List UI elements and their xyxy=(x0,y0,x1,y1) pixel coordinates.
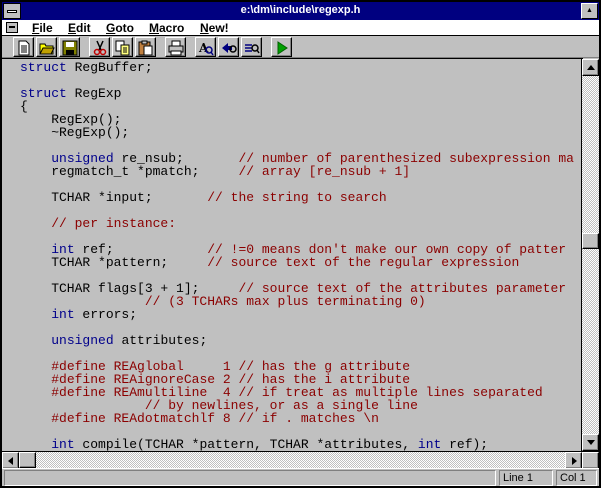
save-button[interactable] xyxy=(59,37,80,57)
print-icon xyxy=(168,40,184,56)
code-line: TCHAR *input; // the string to search xyxy=(20,190,387,205)
code-line: int compile(TCHAR *pattern, TCHAR *attri… xyxy=(51,437,489,451)
code-line: TCHAR *pattern; // source text of the re… xyxy=(20,255,520,270)
arrow-up-icon xyxy=(587,65,595,70)
replace-button[interactable] xyxy=(241,37,262,57)
menu-file[interactable]: File xyxy=(32,20,53,36)
new-file-button[interactable] xyxy=(13,37,34,57)
arrow-right-icon xyxy=(572,457,577,465)
find-button[interactable]: A xyxy=(195,37,216,57)
copy-button[interactable] xyxy=(112,37,133,57)
toolbar: A xyxy=(2,36,599,58)
scroll-down-button[interactable] xyxy=(582,434,599,451)
menu-bar: File Edit Goto Macro New! xyxy=(2,20,599,36)
status-col: Col 1 xyxy=(556,470,597,486)
find-next-icon xyxy=(222,43,237,53)
horizontal-scrollbar[interactable] xyxy=(2,451,599,469)
vertical-scroll-track[interactable] xyxy=(582,76,599,434)
menu-new[interactable]: New! xyxy=(200,20,229,36)
window-title: e:\dm\include\regexp.h xyxy=(240,4,361,16)
paste-icon xyxy=(138,40,153,56)
scroll-right-button[interactable] xyxy=(565,452,582,469)
status-message xyxy=(4,470,496,486)
run-button[interactable] xyxy=(271,37,292,57)
copy-icon xyxy=(115,40,130,56)
status-line: Line 1 xyxy=(499,470,553,486)
title-bar[interactable]: e:\dm\include\regexp.h ▲ xyxy=(2,2,599,20)
new-file-icon xyxy=(18,40,30,56)
maximize-icon: ▲ xyxy=(586,7,593,14)
paste-button[interactable] xyxy=(135,37,156,57)
status-bar: Line 1 Col 1 xyxy=(2,468,599,486)
arrow-left-icon xyxy=(8,457,13,465)
menu-edit[interactable]: Edit xyxy=(68,20,91,36)
code-text: struct RegBuffer; struct RegExp{ RegExp(… xyxy=(20,61,574,451)
vertical-scroll-thumb[interactable] xyxy=(582,233,599,249)
code-line: #define REAdotmatchlf 8 // if . matches … xyxy=(51,411,379,426)
code-line: regmatch_t *pmatch; // array [re_nsub + … xyxy=(20,164,411,179)
code-line: int errors; xyxy=(51,307,138,322)
save-icon xyxy=(62,40,78,56)
find-icon: A xyxy=(198,41,214,56)
document-menu-button[interactable] xyxy=(6,22,18,33)
system-menu-icon xyxy=(7,10,17,13)
scroll-corner xyxy=(582,452,599,469)
code-editor[interactable]: struct RegBuffer; struct RegExp{ RegExp(… xyxy=(2,58,583,451)
menu-goto[interactable]: Goto xyxy=(106,20,134,36)
scroll-up-button[interactable] xyxy=(582,59,599,76)
code-line: struct RegBuffer; xyxy=(20,60,153,75)
horizontal-scroll-track[interactable] xyxy=(19,452,565,468)
document-menu-icon xyxy=(9,26,15,28)
system-menu-button[interactable] xyxy=(3,3,21,19)
maximize-button[interactable]: ▲ xyxy=(581,3,598,19)
editor-window: e:\dm\include\regexp.h ▲ File Edit Goto … xyxy=(0,0,601,488)
open-folder-icon xyxy=(39,43,55,55)
cut-icon xyxy=(93,40,107,56)
code-line: struct RegExp xyxy=(20,86,122,101)
vertical-scrollbar[interactable] xyxy=(581,59,599,451)
arrow-down-icon xyxy=(587,440,595,445)
horizontal-scroll-thumb[interactable] xyxy=(19,452,36,468)
open-file-button[interactable] xyxy=(36,37,57,57)
code-line: // per instance: xyxy=(51,216,177,231)
cut-button[interactable] xyxy=(89,37,110,57)
code-line: unsigned attributes; xyxy=(51,333,208,348)
run-icon xyxy=(277,41,288,55)
print-button[interactable] xyxy=(165,37,186,57)
replace-icon xyxy=(245,44,260,54)
code-line: ~RegExp(); xyxy=(20,125,130,140)
menu-macro[interactable]: Macro xyxy=(149,20,184,36)
find-next-button[interactable] xyxy=(218,37,239,57)
scroll-left-button[interactable] xyxy=(2,452,19,469)
